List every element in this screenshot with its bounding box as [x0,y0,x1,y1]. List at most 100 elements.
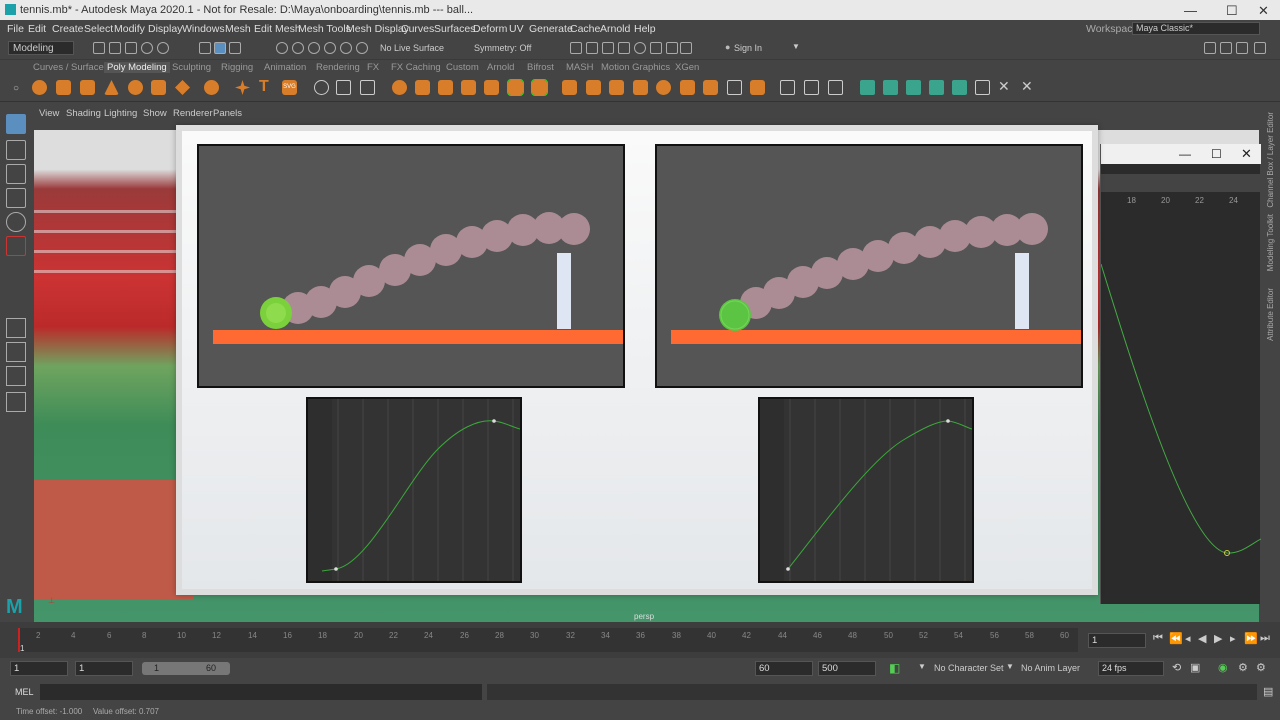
svg-tool-icon[interactable]: SVG [282,80,297,95]
vp-menu-panels[interactable]: Panels [213,108,242,119]
select-hierarchy-icon[interactable] [199,42,211,54]
snap-point-icon[interactable] [308,42,320,54]
bridge-icon[interactable] [531,79,548,96]
mirror-icon[interactable] [484,80,499,95]
animation-prefs-icon[interactable]: ⚙ [1256,661,1266,674]
snap-together-icon[interactable] [336,80,351,95]
poly-torus-icon[interactable] [128,80,143,95]
type-tool-icon[interactable]: T [259,78,274,95]
arnold-ipr-icon[interactable] [650,42,662,54]
snap-surface-icon[interactable] [340,42,352,54]
anim-layer-chevron-icon[interactable]: ▼ [1006,662,1014,671]
step-back-frame-icon[interactable]: ◂ [1185,632,1191,645]
toggle-tool-settings-icon[interactable] [1236,42,1248,54]
menu-generate[interactable]: Generate [529,23,573,35]
redo-icon[interactable] [157,42,169,54]
menuset-dropdown[interactable]: Modeling [8,41,74,55]
tab-xgen[interactable]: XGen [675,62,699,73]
loop-icon[interactable]: ⟲ [1172,661,1181,674]
menu-modify[interactable]: Modify [114,23,145,35]
multi-cut-icon[interactable] [633,80,648,95]
sphere-proj-icon[interactable] [656,80,671,95]
menu-curves[interactable]: Curves [401,23,434,35]
rotate-tool-icon[interactable] [6,212,26,232]
current-frame-field[interactable]: 1 [1088,633,1146,648]
toggle-channel-box-icon[interactable] [1254,42,1266,54]
scale-tool-icon[interactable] [6,236,26,256]
hypershade-icon[interactable] [618,42,630,54]
tab-channel-box[interactable]: Channel Box / Layer Editor [1266,112,1275,208]
script-editor-icon[interactable]: ▤ [1263,685,1273,698]
step-forward-key-icon[interactable]: ⏩ [1244,632,1258,645]
append-icon[interactable] [586,80,601,95]
menu-file[interactable]: File [7,23,24,35]
anim-layer-dropdown[interactable]: No Anim Layer [1021,663,1080,673]
freeze-icon[interactable]: ✕ [998,78,1013,94]
mel-label[interactable]: MEL [15,687,34,697]
target-weld-icon[interactable] [906,80,921,95]
boolean-icon[interactable] [461,80,476,95]
graph-editor-window[interactable]: — ☐ ✕ 18 20 22 24 [1100,144,1261,604]
mel-input[interactable] [40,684,482,700]
measure-icon[interactable] [314,80,329,95]
tab-custom[interactable]: Custom [446,62,479,73]
menu-edit-mesh[interactable]: Edit Mesh [254,23,301,35]
platonic-solid-icon[interactable] [204,80,219,95]
collapse-icon[interactable] [750,80,765,95]
single-perspective-icon[interactable] [6,318,26,338]
select-component-icon[interactable] [229,42,241,54]
menu-display[interactable]: Display [148,23,182,35]
tab-mash[interactable]: MASH [566,62,593,73]
snap-curve-icon[interactable] [292,42,304,54]
pause-icon[interactable] [680,42,692,54]
go-to-start-icon[interactable]: ⏮ [1153,632,1163,645]
new-scene-icon[interactable] [93,42,105,54]
symmetry-label[interactable]: Symmetry: Off [474,43,531,53]
poly-sphere-icon[interactable] [32,80,47,95]
tab-rigging[interactable]: Rigging [221,62,253,73]
animation-end-field[interactable]: 500 [818,661,876,676]
poly-cylinder-icon[interactable] [80,80,95,95]
center-pivot-icon[interactable]: ✕ [1021,78,1036,94]
open-scene-icon[interactable] [109,42,121,54]
play-backwards-icon[interactable]: ◀ [1198,632,1206,645]
vp-menu-shading[interactable]: Shading [66,108,101,119]
connect-icon[interactable] [780,80,795,95]
menu-select[interactable]: Select [84,23,113,35]
fill-hole-icon[interactable] [609,80,624,95]
menu-windows[interactable]: Windows [182,23,225,35]
tab-animation[interactable]: Animation [264,62,306,73]
tab-motion-graphics[interactable]: Motion Graphics [601,62,670,73]
step-forward-frame-icon[interactable]: ▸ [1230,632,1236,645]
tab-arnold[interactable]: Arnold [487,62,514,73]
tab-curves-surfaces[interactable]: Curves / Surfaces [33,62,109,73]
snap-grid-icon[interactable] [276,42,288,54]
workspace-dropdown[interactable]: Maya Classic* [1132,22,1260,35]
toggle-attribute-editor-icon[interactable] [1220,42,1232,54]
vp-menu-show[interactable]: Show [143,108,167,119]
menu-cache[interactable]: Cache [570,23,600,35]
animation-start-field[interactable]: 1 [10,661,68,676]
go-to-end-icon[interactable]: ⏭ [1260,632,1270,645]
range-slider[interactable]: 1 60 [142,662,230,675]
checker-icon[interactable] [975,80,990,95]
combine-icon[interactable] [392,80,407,95]
tab-fx-caching[interactable]: FX Caching [391,62,441,73]
menu-mesh-tools[interactable]: Mesh Tools [298,23,351,35]
poly-cube-icon[interactable] [56,80,71,95]
play-forwards-icon[interactable]: ▶ [1214,632,1222,645]
tab-poly-modeling[interactable]: Poly Modeling [104,62,170,73]
soften-edge-icon[interactable] [952,80,967,95]
time-slider[interactable]: 1 2 4 6 8 10 12 14 16 18 20 22 24 26 28 … [0,622,1280,658]
select-tool-icon[interactable] [6,114,26,134]
vp-menu-lighting[interactable]: Lighting [104,108,137,119]
delete-edge-icon[interactable] [860,80,875,95]
arnold-stop-icon[interactable] [666,42,678,54]
auto-key-icon[interactable]: ◧ [889,661,900,675]
tab-bifrost[interactable]: Bifrost [527,62,554,73]
superellipse-icon[interactable] [235,80,250,95]
snap-vertex-icon[interactable] [356,42,368,54]
poly-plane-icon[interactable] [151,80,166,95]
menu-edit[interactable]: Edit [28,23,46,35]
step-back-key-icon[interactable]: ⏪ [1169,632,1183,645]
